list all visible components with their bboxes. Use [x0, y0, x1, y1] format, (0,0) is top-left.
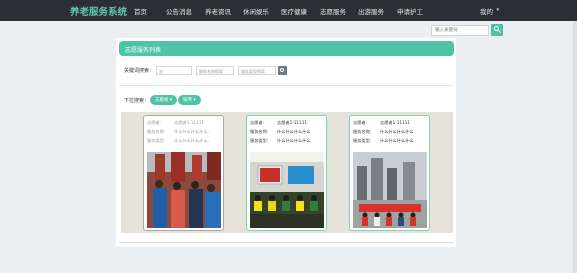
- nav-item-volunteer[interactable]: 志愿服务: [320, 6, 346, 16]
- sort-order-button[interactable]: 排序 ▾: [178, 95, 201, 105]
- search-input[interactable]: [431, 25, 489, 36]
- service-name-input[interactable]: 服务名称搜索: [196, 66, 234, 75]
- nav-item-travel[interactable]: 出游服务: [358, 6, 384, 16]
- divider: [119, 242, 454, 243]
- volunteer-card[interactable]: 志愿者: 志愿者1-11111 服务名称: 什么什么什么什么 服务类型: 什么什么什么…: [246, 115, 327, 231]
- volunteer-photo: [147, 152, 221, 228]
- nav-item-health[interactable]: 医疗健康: [281, 6, 307, 16]
- chevron-down-icon[interactable]: ▾: [496, 7, 499, 13]
- volunteer-card[interactable]: 志愿者: 志愿者1-11111 服务名称: 什么什么什么什么 服务类型: 什么什么什么…: [349, 115, 430, 231]
- scrollbar[interactable]: [573, 21, 577, 273]
- sort-label: 下拉搜索：: [124, 98, 150, 104]
- volunteer-photo: [353, 152, 427, 228]
- brand-title[interactable]: 养老服务系统: [70, 4, 127, 18]
- nav-item-caregiver[interactable]: 申请护工: [397, 6, 423, 16]
- keyword-search-button[interactable]: [278, 66, 287, 75]
- sort-volunteer-button[interactable]: 志愿者 ▾: [150, 95, 178, 105]
- section-title: 志愿服务列表: [119, 41, 454, 56]
- search-icon: [280, 67, 284, 72]
- volunteer-photo: [250, 152, 324, 228]
- top-navbar: 养老服务系统 首页 公告消息 养老资讯 休闲娱乐 医疗健康 志愿服务 出游服务 …: [0, 0, 577, 21]
- service-type-input[interactable]: 服务类型搜索: [238, 66, 276, 75]
- volunteer-card[interactable]: 志愿者: 志愿者1-11111 服务名称: 什么什么什么什么.. 服务类型: 什么什么…: [143, 115, 224, 231]
- keyword-label: 关键词搜索：: [124, 68, 155, 74]
- divider: [119, 85, 454, 86]
- nav-item-news[interactable]: 养老资讯: [205, 6, 231, 16]
- nav-item-leisure[interactable]: 休闲娱乐: [243, 6, 269, 16]
- search-button[interactable]: [491, 24, 503, 36]
- nav-item-home[interactable]: 首页: [134, 6, 147, 16]
- nav-item-announcements[interactable]: 公告消息: [166, 6, 192, 16]
- volunteer-keyword-input[interactable]: 志: [156, 66, 192, 75]
- user-menu[interactable]: 我的: [480, 6, 493, 16]
